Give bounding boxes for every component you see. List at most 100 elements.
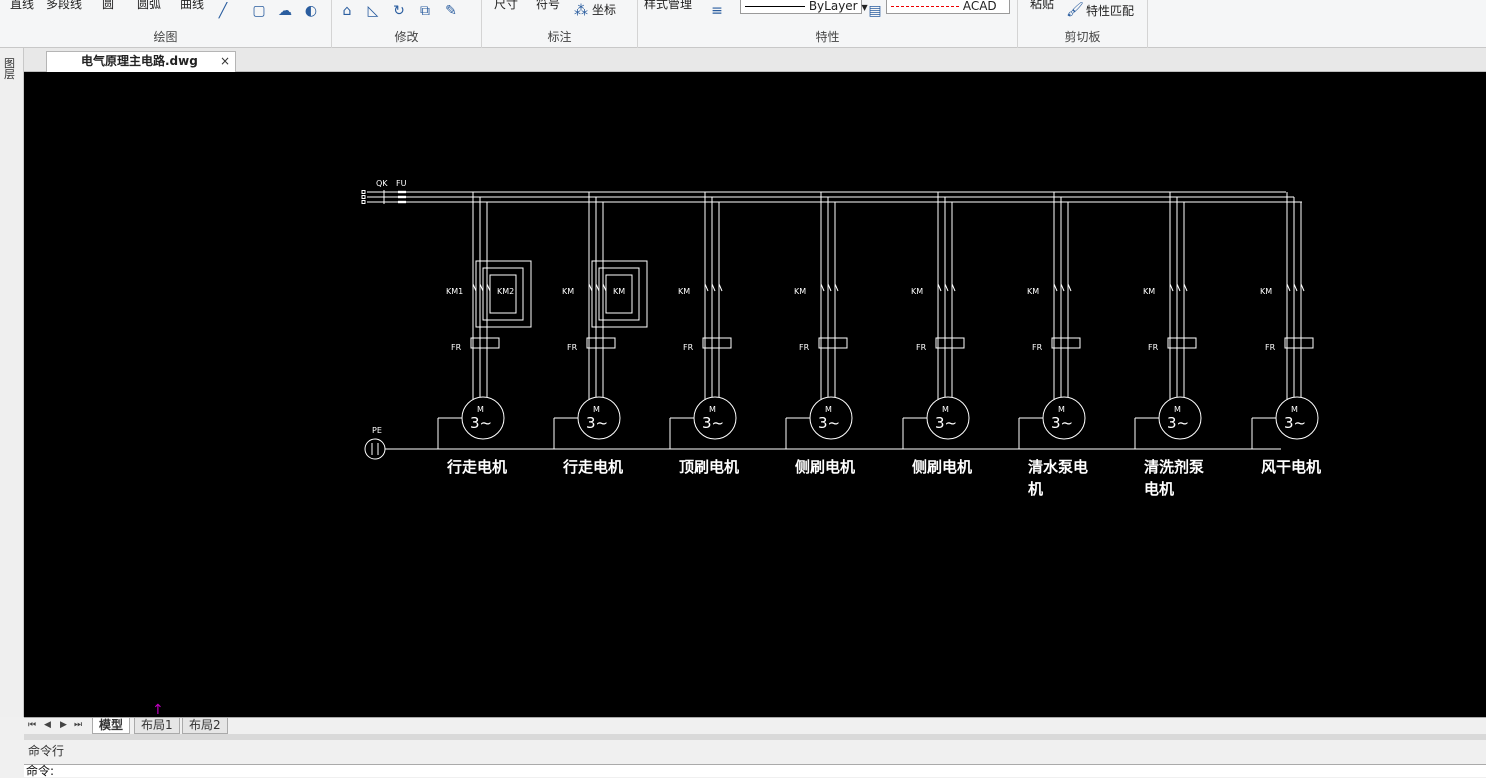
motor-tag-2: M [593,405,600,414]
stretch-icon[interactable]: ⌂ [338,3,356,19]
motor-symbol-2: 3~ [586,414,608,432]
motor-name-8-1: 风干电机 [1261,458,1321,476]
lineweight-select[interactable]: ACAD [886,0,1010,14]
motor-symbol-1: 3~ [470,414,492,432]
annotate-group: 尺寸 符号 ⁂ 坐标 标注 [482,0,638,48]
motor-symbol-8: 3~ [1284,414,1306,432]
thermal-relay-label-4: FR [799,343,810,352]
motor-name-5-1: 侧刷电机 [912,458,972,476]
tab-layout2[interactable]: 布局2 [182,718,228,734]
contactor-label-8: KM [1260,287,1272,296]
motor-tag-6: M [1058,405,1065,414]
modify-group: ⌂ ◺ ↻ ⧉ ✎ 修改 [332,0,482,48]
motor-tag-5: M [942,405,949,414]
region-icon[interactable]: ◐ [302,3,320,19]
motor-symbol-4: 3~ [818,414,840,432]
qk-label: QK [376,179,388,188]
coordinate-button[interactable]: 坐标 [592,1,616,18]
thermal-relay-label-1: FR [451,343,462,352]
thermal-relay-box-8 [1284,337,1314,349]
style-manager-button[interactable]: 样式管理 [644,0,692,12]
coordinate-icon[interactable]: ⁂ [572,3,590,19]
mirror-icon[interactable]: ◺ [364,3,382,19]
document-tab-title: 电气原理主电路.dwg [81,54,198,68]
terminal-2 [361,195,366,199]
next-layout-icon[interactable]: ▶ [60,720,67,730]
thermal-relay-box-6 [1051,337,1081,349]
arc-button[interactable]: 圆弧 [137,0,161,12]
copy-icon[interactable]: ⧉ [416,3,434,19]
contactor-label-6: KM [1027,287,1039,296]
prev-layout-icon[interactable]: ◀ [44,720,51,730]
linetype-select[interactable]: ByLayer ▼ [740,0,868,14]
cloud-icon[interactable]: ☁ [276,3,294,19]
match-properties-button[interactable]: 特性匹配 [1086,2,1134,19]
xline-icon[interactable]: ╱ [214,3,232,19]
motor-name-4-1: 侧刷电机 [795,458,855,476]
edit-icon[interactable]: ✎ [442,3,460,19]
terminal-1 [361,190,366,194]
contactor2-label-1: KM2 [497,287,514,296]
polyline-button[interactable]: 多段线 [46,0,82,12]
modify-group-title: 修改 [394,30,419,44]
motor-tag-1: M [477,405,484,414]
motor-tag-4: M [825,405,832,414]
symbol-button[interactable]: 符号 [536,0,560,12]
document-tab[interactable]: 电气原理主电路.dwg × [46,51,236,72]
motor-name-1-1: 行走电机 [446,458,507,476]
motor-symbol-5: 3~ [935,414,957,432]
match-properties-icon[interactable]: 🖌 [1066,2,1084,18]
close-tab-icon[interactable]: × [220,52,230,71]
thermal-relay-box-1 [470,337,500,349]
contactor-label-7: KM [1143,287,1155,296]
last-layout-icon[interactable]: ⏭ [74,720,82,730]
contactor-label-4: KM [794,287,806,296]
ucs-icon: ↑ [152,702,164,718]
first-layout-icon[interactable]: ⏮ [28,720,36,730]
motor-symbol-7: 3~ [1167,414,1189,432]
motor-tag-3: M [709,405,716,414]
rotate-icon[interactable]: ↻ [390,3,408,19]
motor-name-7-1: 清洗剂泵 [1144,458,1204,476]
motor-name-3-1: 顶刷电机 [679,458,739,476]
contactor-label-5: KM [911,287,923,296]
tab-layout1[interactable]: 布局1 [134,718,180,734]
ribbon: 直线 多段线 圆 圆弧 曲线 ╱ ▢ ☁ ◐ 绘图 ⌂ ◺ ↻ ⧉ ✎ 修改 尺… [0,0,1486,48]
schematic-drawing: QK FUPEKM1 KM2FRM3~行走电机KM KMFRM3~行走电机KMFRM3… [361,179,1321,498]
document-tab-bar: 电气原理主电路.dwg × [24,48,1486,72]
motor-symbol-3: 3~ [702,414,724,432]
tab-model[interactable]: 模型 [92,718,131,734]
paste-button[interactable]: 粘贴 [1030,0,1054,12]
list-icon[interactable]: ≡ [708,3,726,19]
motor-tag-8: M [1291,405,1298,414]
circle-button[interactable]: 圆 [102,0,114,12]
fuse-3 [398,200,406,204]
command-line-title: 命令行 [24,740,1486,764]
command-input[interactable]: 命令: [24,764,1486,778]
fuse-1 [398,190,406,194]
properties-group-title: 特性 [815,30,840,44]
pe-label: PE [372,426,382,435]
thermal-relay-label-7: FR [1148,343,1159,352]
thermal-relay-box-4 [818,337,848,349]
thermal-relay-label-2: FR [567,343,578,352]
drawing-canvas[interactable]: QK FU PE KM1 KM2 FR M 3~ 行走电机 KM KM FR M 3~ 行走电机 KM FR M 3… [24,72,1486,718]
layer-panel-strip[interactable]: 图层 [0,48,24,717]
rectangle-icon[interactable]: ▢ [250,3,268,19]
thermal-relay-label-3: FR [683,343,694,352]
contactor-label-1: KM1 [446,287,463,296]
thermal-relay-label-6: FR [1032,343,1043,352]
layout-tabs: ⏮ ◀ ▶ ⏭ 模型 布局1 布局2 [24,717,1486,734]
draw-group: 直线 多段线 圆 圆弧 曲线 ╱ ▢ ☁ ◐ 绘图 [0,0,332,48]
contactor2-label-2: KM [613,287,625,296]
curve-button[interactable]: 曲线 [180,0,204,12]
thermal-relay-box-7 [1167,337,1197,349]
motor-tag-7: M [1174,405,1181,414]
thermal-relay-box-3 [702,337,732,349]
lineweight-value: ACAD [962,0,997,13]
properties-group: 样式管理 ≡ ByLayer ▼ ▤ ACAD 特性 [638,0,1018,48]
dimension-button[interactable]: 尺寸 [494,0,518,12]
line-button[interactable]: 直线 [10,0,34,12]
terminal-3 [361,200,366,204]
lineweight-icon[interactable]: ▤ [866,3,884,19]
